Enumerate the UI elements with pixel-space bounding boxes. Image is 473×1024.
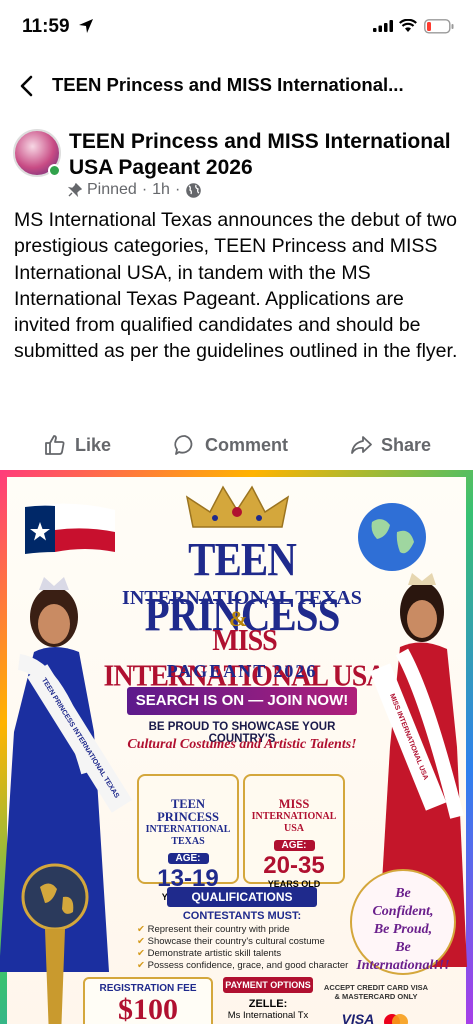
registration-fee-box: REGISTRATION FEE $100	[83, 977, 213, 1024]
requirement-item: Showcase their country's cultural costum…	[137, 936, 357, 948]
credit-card-info: ACCEPT CREDIT CARD VISA & MASTERCARD ONL…	[321, 983, 431, 1024]
status-bar: 11:59	[0, 0, 473, 56]
flyer-search-banner: SEARCH IS ON — JOIN NOW!	[127, 687, 357, 715]
age-label: AGE:	[273, 840, 315, 851]
teen-princess-age-card: TEEN PRINCESS INTERNATIONAL TEXAS AGE: 1…	[137, 774, 239, 902]
share-button[interactable]: Share	[349, 433, 431, 457]
miss-international-age-card: MISS INTERNATIONAL USA AGE: 20-35 YEARS …	[243, 774, 345, 889]
like-button[interactable]: Like	[43, 433, 111, 457]
card-subtitle: INTERNATIONAL TEXAS	[145, 824, 231, 847]
online-status-dot	[48, 164, 61, 177]
payment-options-box: PAYMENT OPTIONS ZELLE: Ms International …	[223, 977, 313, 1024]
flyer-payment-section: REGISTRATION FEE $100 PAYMENT OPTIONS ZE…	[83, 977, 463, 1024]
registration-fee-amount: $100	[118, 993, 178, 1024]
age-range: 20-35	[263, 852, 325, 879]
post-author-title[interactable]: TEEN Princess and MISS International USA…	[69, 129, 459, 181]
be-confident-badge: Be Confident, Be Proud, Be International…	[350, 869, 456, 975]
thumbs-up-icon	[45, 435, 65, 455]
post-meta: Pinned · 1h ·	[68, 181, 202, 199]
status-time: 11:59	[22, 16, 70, 37]
contestants-must-label: CONTESTANTS MUST:	[182, 910, 302, 922]
zelle-label: ZELLE:	[248, 998, 288, 1010]
post-body-text: MS International Texas announces the deb…	[14, 209, 458, 363]
battery-low-icon	[424, 19, 454, 34]
mastercard-logo-icon	[384, 1014, 409, 1024]
location-arrow-icon	[79, 19, 93, 33]
share-label: Share	[381, 434, 432, 455]
flyer-talent-text: Cultural Costumes and Artistic Talents!	[127, 737, 357, 752]
globe-public-icon	[186, 182, 202, 198]
flyer-title-miss-international: MISS INTERNATIONAL USA	[103, 623, 387, 694]
requirement-item: Possess confidence, grace, and good char…	[137, 960, 357, 972]
payment-options-label: PAYMENT OPTIONS	[223, 977, 313, 993]
top-nav-bar: TEEN Princess and MISS International...	[0, 60, 473, 112]
pinned-label: Pinned	[87, 181, 137, 198]
cellular-signal-icon	[373, 20, 393, 32]
post-action-bar: Like Comment Share	[0, 428, 473, 464]
qualifications-header: QUALIFICATIONS	[167, 887, 317, 907]
flyer-pageant-year: PAGEANT 2026	[166, 661, 318, 681]
age-label: AGE:	[167, 853, 209, 864]
card-title: TEEN PRINCESS	[157, 797, 219, 824]
card-title: MISS	[278, 797, 310, 811]
comment-button[interactable]: Comment	[173, 433, 288, 457]
visa-logo: VISA	[341, 1011, 375, 1024]
requirement-item: Demonstrate artistic skill talents	[137, 948, 357, 960]
flyer-content: TEEN PRINCESS INTERNATIONAL TEXAS & MISS…	[0, 477, 467, 1024]
requirements-list: Represent their country with pride Showc…	[137, 924, 357, 972]
card-subtitle: INTERNATIONAL USA	[251, 811, 337, 834]
badge-line: International!!!	[356, 958, 450, 973]
meta-separator: ·	[141, 181, 148, 198]
badge-line: Confident,	[372, 904, 434, 919]
comment-bubble-icon	[174, 435, 193, 455]
requirement-item: Represent their country with pride	[137, 924, 357, 936]
comment-label: Comment	[205, 434, 289, 455]
credit-card-text: ACCEPT CREDIT CARD VISA & MASTERCARD ONL…	[323, 983, 429, 1001]
post-age[interactable]: 1h	[152, 181, 170, 199]
badge-line: Be Proud,	[373, 922, 433, 937]
pin-icon	[68, 183, 82, 197]
back-arrow-icon[interactable]	[14, 72, 42, 100]
meta-separator: ·	[174, 181, 181, 198]
badge-line: Be	[395, 940, 411, 955]
gold-crown-icon	[185, 485, 290, 528]
share-arrow-icon	[351, 436, 372, 454]
badge-line: Be	[395, 886, 411, 901]
post-flyer-image[interactable]: TEEN PRINCESS INTERNATIONAL TEXAS & MISS…	[0, 470, 473, 1024]
like-label: Like	[75, 434, 112, 455]
wifi-icon	[399, 19, 417, 32]
page-title: TEEN Princess and MISS International...	[52, 74, 404, 95]
zelle-recipient: Ms International Tx	[227, 1010, 309, 1021]
